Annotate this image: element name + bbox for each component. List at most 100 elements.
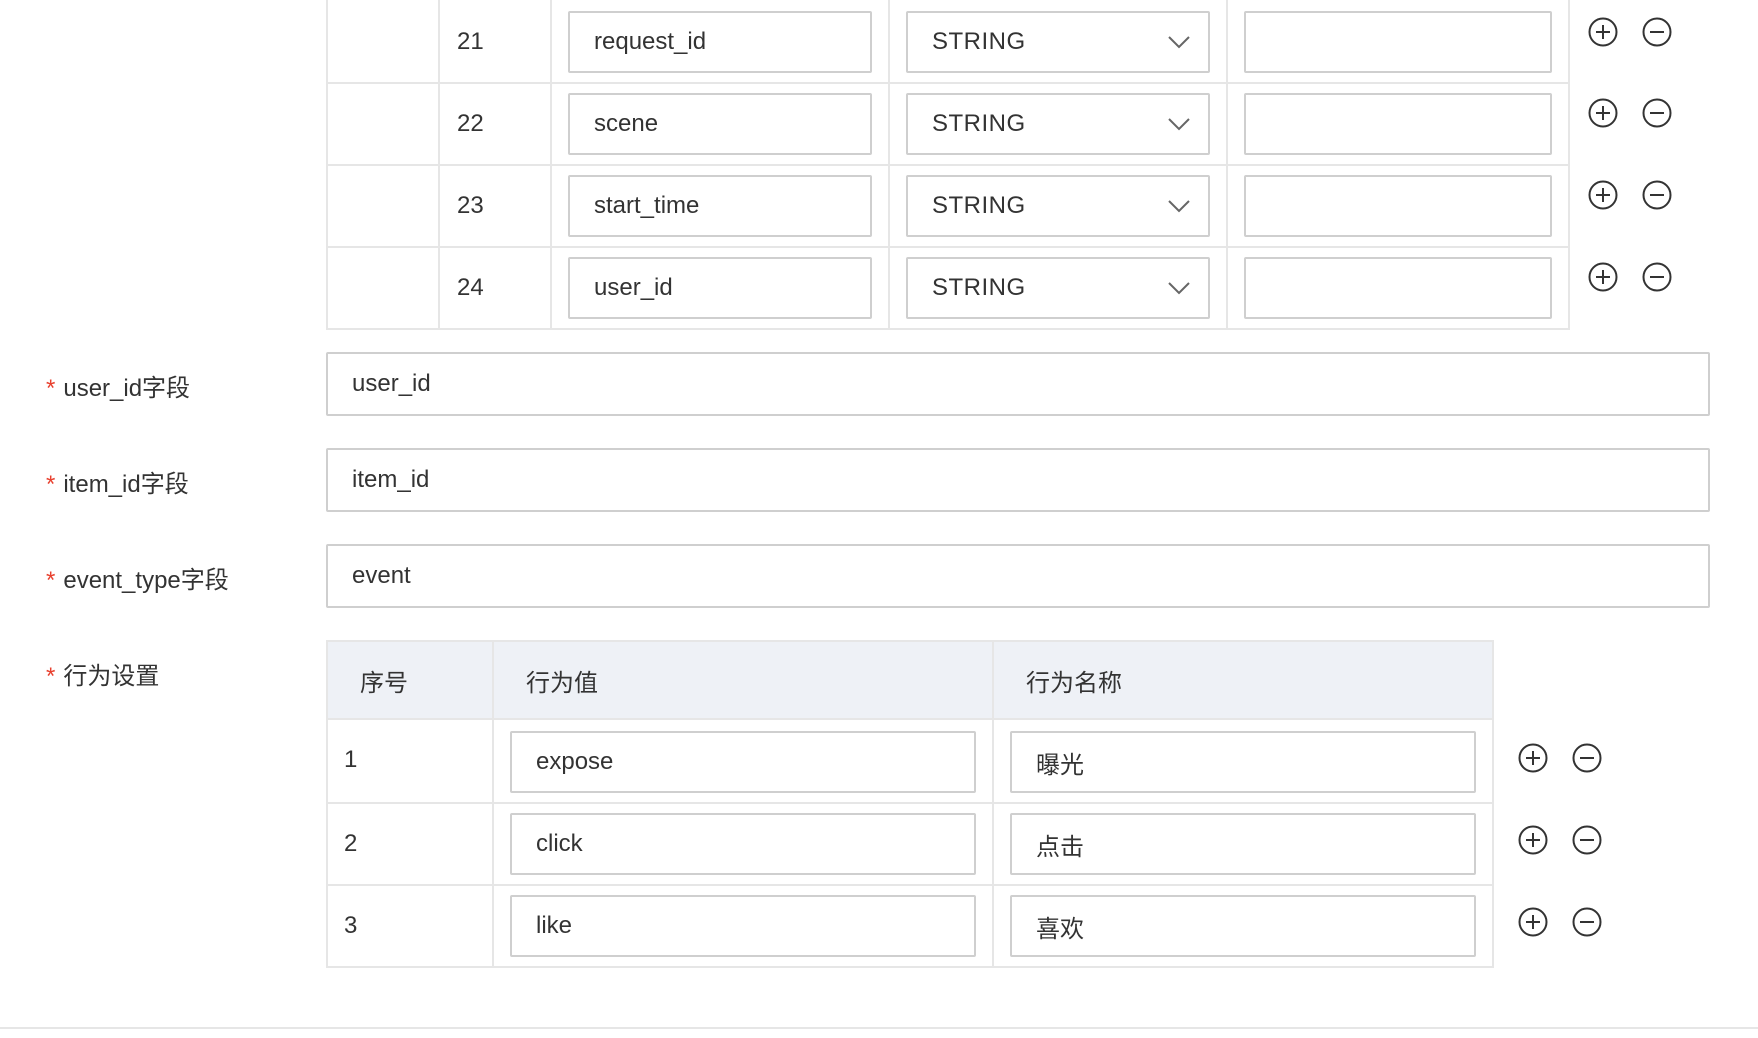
field-extra-cell <box>1228 0 1568 82</box>
field-row-blank-cell <box>328 166 440 246</box>
field-row-blank-cell <box>328 84 440 164</box>
behavior-name-input[interactable]: 点击 <box>1010 813 1476 875</box>
field-extra-input[interactable] <box>1244 11 1552 73</box>
column-header-index: 序号 <box>328 642 494 718</box>
field-row-index-cell: 23 <box>440 166 552 246</box>
behavior-index-cell: 1 <box>328 720 494 802</box>
behavior-name-cell: 点击 <box>994 804 1492 884</box>
plus-circle-icon[interactable] <box>1518 825 1548 855</box>
field-name-cell: user_id <box>552 248 890 328</box>
field-type-value: STRING <box>932 28 1026 55</box>
item-id-field-label-text: item_id字段 <box>63 471 189 498</box>
behavior-settings-label: * 行为设置 <box>46 656 159 691</box>
behavior-name-cell: 喜欢 <box>994 886 1492 966</box>
field-row: 22 scene STRING <box>328 82 1568 164</box>
behavior-row-actions <box>1518 825 1602 855</box>
user-id-field-label: * user_id字段 <box>46 368 190 403</box>
minus-circle-icon[interactable] <box>1572 743 1602 773</box>
field-name-input[interactable]: scene <box>568 93 872 155</box>
minus-circle-icon[interactable] <box>1572 907 1602 937</box>
required-mark: * <box>46 567 56 594</box>
field-type-select[interactable]: STRING <box>906 257 1210 319</box>
behavior-table-header: 序号 行为值 行为名称 <box>328 642 1492 720</box>
field-row-blank-cell <box>328 248 440 328</box>
required-mark: * <box>46 375 56 402</box>
plus-circle-icon[interactable] <box>1518 907 1548 937</box>
plus-circle-icon[interactable] <box>1518 743 1548 773</box>
behavior-row-actions <box>1518 743 1602 773</box>
field-row-index-cell: 22 <box>440 84 552 164</box>
plus-circle-icon[interactable] <box>1588 17 1618 47</box>
field-extra-cell <box>1228 84 1568 164</box>
minus-circle-icon[interactable] <box>1642 17 1672 47</box>
required-mark: * <box>46 471 56 498</box>
field-row-index: 24 <box>457 274 484 301</box>
minus-circle-icon[interactable] <box>1642 262 1672 292</box>
field-type-select[interactable]: STRING <box>906 175 1210 237</box>
field-row-index-cell: 21 <box>440 0 552 82</box>
field-row: 23 start_time STRING <box>328 164 1568 246</box>
field-type-select[interactable]: STRING <box>906 11 1210 73</box>
user-id-field-input[interactable]: user_id <box>326 352 1710 416</box>
behavior-index-cell: 3 <box>328 886 494 966</box>
field-row-actions <box>1588 180 1672 210</box>
field-type-value: STRING <box>932 274 1026 301</box>
minus-circle-icon[interactable] <box>1642 98 1672 128</box>
behavior-value-cell: like <box>494 886 994 966</box>
field-row: 21 request_id STRING <box>328 0 1568 82</box>
chevron-down-icon <box>1168 36 1190 49</box>
field-extra-input[interactable] <box>1244 175 1552 237</box>
field-row-index: 23 <box>457 192 484 219</box>
behavior-row: 3 like 喜欢 <box>328 884 1492 966</box>
behavior-row-actions <box>1518 907 1602 937</box>
field-row-actions <box>1588 17 1672 47</box>
behavior-value-input[interactable]: click <box>510 813 976 875</box>
footer-divider <box>0 1027 1758 1029</box>
field-type-cell: STRING <box>890 84 1228 164</box>
behavior-name-input[interactable]: 曝光 <box>1010 731 1476 793</box>
column-header-behavior-value: 行为值 <box>494 642 994 718</box>
chevron-down-icon <box>1168 118 1190 131</box>
behavior-row: 2 click 点击 <box>328 802 1492 884</box>
plus-circle-icon[interactable] <box>1588 98 1618 128</box>
chevron-down-icon <box>1168 200 1190 213</box>
plus-circle-icon[interactable] <box>1588 262 1618 292</box>
item-id-field-label: * item_id字段 <box>46 464 189 499</box>
field-name-cell: request_id <box>552 0 890 82</box>
event-type-field-label: * event_type字段 <box>46 560 229 595</box>
field-type-value: STRING <box>932 192 1026 219</box>
field-type-cell: STRING <box>890 248 1228 328</box>
field-row-actions <box>1588 262 1672 292</box>
field-row-index-cell: 24 <box>440 248 552 328</box>
schema-config-form: 21 request_id STRING 22 scene STRING 23 … <box>0 0 1758 1038</box>
field-name-input[interactable]: user_id <box>568 257 872 319</box>
field-row-index: 22 <box>457 110 484 137</box>
behavior-name-input[interactable]: 喜欢 <box>1010 895 1476 957</box>
field-extra-input[interactable] <box>1244 257 1552 319</box>
behavior-index: 2 <box>344 830 358 857</box>
field-type-select[interactable]: STRING <box>906 93 1210 155</box>
behavior-table: 序号 行为值 行为名称 1 expose 曝光 2 click 点击 3 lik… <box>326 640 1494 968</box>
field-type-cell: STRING <box>890 166 1228 246</box>
field-name-input[interactable]: request_id <box>568 11 872 73</box>
behavior-value-input[interactable]: expose <box>510 731 976 793</box>
field-name-cell: start_time <box>552 166 890 246</box>
field-name-cell: scene <box>552 84 890 164</box>
behavior-value-input[interactable]: like <box>510 895 976 957</box>
event-type-field-label-text: event_type字段 <box>63 567 229 594</box>
field-name-input[interactable]: start_time <box>568 175 872 237</box>
behavior-row: 1 expose 曝光 <box>328 720 1492 802</box>
field-extra-input[interactable] <box>1244 93 1552 155</box>
plus-circle-icon[interactable] <box>1588 180 1618 210</box>
minus-circle-icon[interactable] <box>1572 825 1602 855</box>
item-id-field-input[interactable]: item_id <box>326 448 1710 512</box>
field-row-index: 21 <box>457 28 484 55</box>
behavior-index-cell: 2 <box>328 804 494 884</box>
minus-circle-icon[interactable] <box>1642 180 1672 210</box>
field-extra-cell <box>1228 166 1568 246</box>
field-table: 21 request_id STRING 22 scene STRING 23 … <box>326 0 1570 330</box>
behavior-name-cell: 曝光 <box>994 720 1492 802</box>
field-extra-cell <box>1228 248 1568 328</box>
event-type-field-input[interactable]: event <box>326 544 1710 608</box>
behavior-value-cell: expose <box>494 720 994 802</box>
